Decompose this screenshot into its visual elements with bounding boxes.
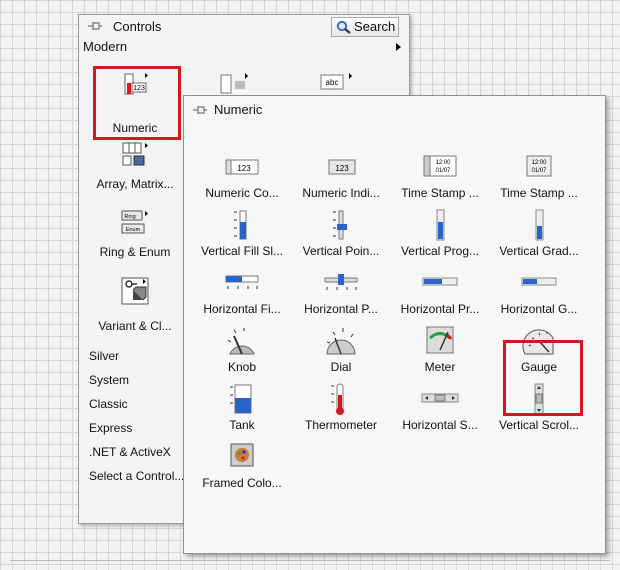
item-label: Vertical Scrol... (498, 418, 580, 432)
item-label: Horizontal G... (500, 302, 578, 316)
vertical-graduated-bar-icon (535, 209, 544, 241)
item-label: Numeric Indi... (302, 186, 380, 200)
vertical-fill-slide[interactable]: Vertical Fill Sl... (192, 204, 292, 262)
item-label: Horizontal P... (304, 302, 378, 316)
meter-icon (426, 326, 454, 354)
horizontal-pointer-slide[interactable]: Horizontal P... (291, 262, 391, 320)
vertical-progress-bar[interactable]: Vertical Prog... (390, 204, 490, 262)
numeric-subpalette: Numeric 123 Numeric Co... 123 Numeric In… (183, 95, 606, 554)
highlight-numeric (93, 66, 181, 140)
item-label: Knob (227, 360, 257, 374)
select-a-control[interactable]: Select a Control... (89, 469, 184, 483)
item-label: Time Stamp ... (500, 186, 578, 200)
vertical-progress-bar-icon (436, 209, 445, 241)
horizontal-progress-bar-icon (422, 277, 458, 286)
item-label: Horizontal S... (402, 418, 478, 432)
horizontal-scrollbar[interactable]: Horizontal S... (390, 378, 490, 436)
search-button[interactable]: Search (331, 17, 399, 37)
tank[interactable]: Tank (192, 378, 292, 436)
category-variant-class[interactable]: Variant & Cl... (85, 277, 185, 333)
item-label: Vertical Fill Sl... (200, 244, 284, 258)
numeric-control-icon: 123 (225, 159, 259, 175)
svg-text:Ring: Ring (124, 214, 135, 220)
ring-enum-icon: Ring Enum (121, 210, 148, 234)
item-label: Meter (424, 360, 456, 374)
item-label: Vertical Grad... (499, 244, 579, 258)
item-label: Vertical Prog... (400, 244, 480, 258)
vertical-graduated-bar[interactable]: Vertical Grad... (489, 204, 589, 262)
svg-text:Enum: Enum (126, 227, 141, 233)
vertical-pointer-slide[interactable]: Vertical Poin... (291, 204, 391, 262)
thermometer[interactable]: Thermometer (291, 378, 391, 436)
time-stamp-indicator[interactable]: 12:00 01/07 Time Stamp ... (489, 146, 589, 204)
category-express[interactable]: Express (89, 421, 132, 435)
svg-text:01/07: 01/07 (531, 168, 547, 174)
category-ring-label: Ring & Enum (99, 245, 171, 259)
item-label: Horizontal Pr... (400, 302, 480, 316)
controls-title: Controls (113, 19, 162, 34)
modern-label: Modern (83, 39, 128, 54)
framed-color-box[interactable]: Framed Colo... (192, 436, 292, 494)
svg-text:123: 123 (237, 164, 251, 173)
highlight-gauge (503, 340, 583, 416)
svg-text:123: 123 (335, 164, 349, 173)
knob-icon (227, 328, 255, 355)
category-array-matrix[interactable]: Array, Matrix... (85, 141, 185, 197)
horizontal-fill-slide[interactable]: Horizontal Fi... (192, 262, 292, 320)
numeric-indicator-icon: 123 (328, 159, 356, 175)
meter[interactable]: Meter (390, 320, 490, 378)
vertical-pointer-slide-icon (333, 210, 347, 240)
item-label: Framed Colo... (202, 476, 282, 490)
horizontal-fill-slide-icon (225, 275, 259, 289)
category-silver[interactable]: Silver (89, 349, 119, 363)
category-system[interactable]: System (89, 373, 129, 387)
controls-titlebar: Controls Search (79, 15, 409, 37)
modern-category[interactable]: Modern (83, 39, 405, 57)
svg-text:12:00: 12:00 (435, 160, 451, 166)
tank-icon (230, 384, 252, 414)
horizontal-graduated-bar-icon (521, 277, 557, 286)
svg-text:12:00: 12:00 (531, 160, 547, 166)
horizontal-progress-bar[interactable]: Horizontal Pr... (390, 262, 490, 320)
category-ring-enum[interactable]: Ring Enum Ring & Enum (85, 209, 185, 265)
svg-text:abc: abc (326, 78, 339, 87)
numeric-title: Numeric (214, 102, 263, 117)
item-label: Time Stamp ... (401, 186, 479, 200)
thermometer-icon (331, 383, 344, 415)
variant-icon (121, 277, 149, 305)
dial-icon (326, 328, 356, 355)
divider (10, 560, 610, 561)
search-icon (336, 20, 352, 39)
horizontal-pointer-slide-icon (324, 274, 358, 290)
item-label: Thermometer (304, 418, 378, 432)
pin-icon[interactable] (192, 104, 207, 116)
array-icon (122, 142, 148, 166)
category-array-label: Array, Matrix... (96, 177, 174, 191)
numeric-indicator[interactable]: 123 Numeric Indi... (291, 146, 391, 204)
horizontal-scrollbar-icon (421, 393, 459, 403)
item-label: Dial (330, 360, 352, 374)
time-stamp-control[interactable]: 12:00 01/07 Time Stamp ... (390, 146, 490, 204)
submenu-arrow-icon (396, 43, 401, 51)
time-stamp-control-icon: 12:00 01/07 (423, 155, 457, 177)
svg-text:01/07: 01/07 (435, 168, 451, 174)
dial[interactable]: Dial (291, 320, 391, 378)
horizontal-graduated-bar[interactable]: Horizontal G... (489, 262, 589, 320)
category-classic[interactable]: Classic (89, 397, 128, 411)
vertical-fill-slide-icon (234, 210, 247, 240)
search-label: Search (354, 19, 396, 34)
time-stamp-indicator-icon: 12:00 01/07 (526, 155, 552, 177)
numeric-control[interactable]: 123 Numeric Co... (192, 146, 292, 204)
category-variant-label: Variant & Cl... (98, 319, 172, 333)
category-dotnet-activex[interactable]: .NET & ActiveX (89, 445, 171, 459)
item-label: Horizontal Fi... (203, 302, 281, 316)
framed-color-box-icon (230, 443, 254, 467)
pin-icon[interactable] (87, 20, 102, 32)
item-label: Numeric Co... (205, 186, 279, 200)
item-label: Tank (229, 418, 255, 432)
item-label: Vertical Poin... (302, 244, 380, 258)
knob[interactable]: Knob (192, 320, 292, 378)
